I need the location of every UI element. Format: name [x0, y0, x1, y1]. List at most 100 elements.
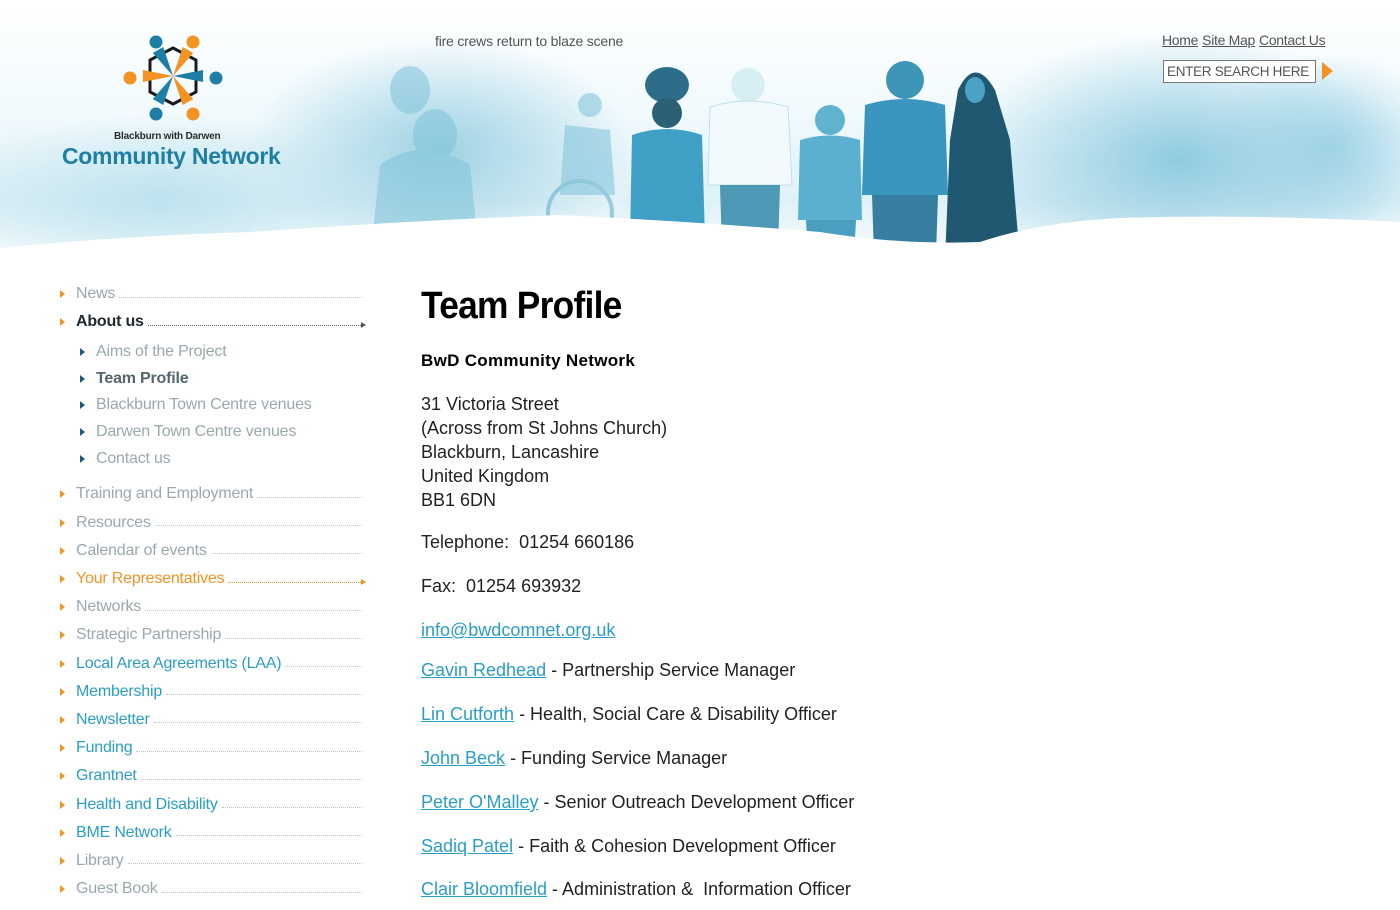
sidebar-item-health-disability[interactable]: Health and Disability	[58, 790, 368, 818]
dotted-leader	[225, 637, 362, 639]
sidebar-item-label: BME Network	[76, 823, 172, 841]
subnav-item-label: Aims of the Project	[96, 342, 227, 360]
search-go-arrow-icon[interactable]	[1322, 62, 1333, 80]
sidebar-item-label: Newsletter	[76, 710, 150, 728]
staff-name-link[interactable]: Sadiq Patel	[421, 836, 513, 857]
dotted-leader	[161, 891, 362, 893]
staff-name-link[interactable]: Lin Cutforth	[421, 704, 514, 725]
staff-name-link[interactable]: John Beck	[421, 748, 505, 769]
staff-name-link[interactable]: Peter O'Malley	[421, 792, 538, 813]
hover-arrow-icon	[361, 579, 366, 586]
staff-name-link[interactable]: Gavin Redhead	[421, 660, 546, 681]
postal-address: 31 Victoria Street (Across from St Johns…	[421, 392, 1321, 512]
sidebar-item-label: Guest Book	[76, 880, 158, 898]
sidebar-item-your-representatives[interactable]: Your Representatives	[58, 565, 368, 593]
dotted-leader	[147, 324, 361, 326]
site-logo[interactable]: Blackburn with Darwen Community Network	[60, 30, 290, 170]
sidebar-item-laa[interactable]: Local Area Agreements (LAA)	[58, 649, 368, 677]
staff-row: Gavin Redhead - Partnership Service Mana…	[421, 649, 1321, 693]
orange-arrow-bullet-icon	[60, 687, 65, 696]
page-title: Team Profile	[421, 285, 622, 327]
sidebar-item-strategic-partnership[interactable]: Strategic Partnership	[58, 621, 368, 649]
staff-role: - Partnership Service Manager	[546, 660, 796, 681]
home-link[interactable]: Home	[1162, 32, 1198, 48]
news-ticker[interactable]: fire crews return to blaze scene	[435, 33, 623, 49]
contact-us-link[interactable]: Contact Us	[1259, 32, 1326, 48]
sidebar-item-label: Local Area Agreements (LAA)	[76, 654, 282, 672]
orange-arrow-bullet-icon	[60, 885, 65, 894]
orange-arrow-bullet-icon	[60, 744, 65, 753]
staff-row: Clair Bloomfield - Administration & Info…	[421, 868, 1321, 910]
sidebar-item-newsletter[interactable]: Newsletter	[58, 706, 368, 734]
staff-list: Gavin Redhead - Partnership Service Mana…	[421, 649, 1321, 910]
community-network-logo-icon	[123, 35, 223, 121]
staff-role: - Senior Outreach Development Officer	[538, 791, 855, 812]
address-line: (Across from St Johns Church)	[421, 418, 668, 438]
staff-name-link[interactable]: Clair Bloomfield	[421, 879, 547, 900]
staff-row: Peter O'Malley - Senior Outreach Develop…	[421, 780, 1321, 824]
active-arrow-icon	[361, 322, 366, 329]
about-us-subnav: Aims of the Project Team Profile Blackbu…	[58, 338, 368, 472]
sidebar-item-guest-book[interactable]: Guest Book	[58, 875, 368, 903]
address-line: 31 Victoria Street	[421, 394, 559, 414]
sidebar-item-label: Training and Employment	[76, 485, 254, 503]
subnav-item-aims[interactable]: Aims of the Project	[78, 338, 368, 365]
sidebar-item-label: Membership	[76, 682, 163, 700]
sidebar-nav: News About us Aims of the Project Team P…	[58, 280, 368, 903]
dotted-leader	[119, 296, 362, 298]
logo-subtitle: Blackburn with Darwen	[114, 131, 221, 142]
staff-role: - Health, Social Care & Disability Offic…	[514, 704, 837, 725]
orange-arrow-bullet-icon	[60, 631, 65, 640]
blue-arrow-bullet-icon	[80, 401, 85, 410]
dotted-leader	[166, 694, 362, 696]
sidebar-item-label: Your Representatives	[76, 570, 225, 588]
sidebar-item-training[interactable]: Training and Employment	[58, 480, 368, 508]
sidebar-item-about-us[interactable]: About us	[58, 308, 368, 336]
sidebar-item-membership[interactable]: Membership	[58, 678, 368, 706]
dotted-leader	[257, 496, 362, 498]
sidebar-item-news[interactable]: News	[58, 280, 368, 308]
top-links: Home Site Map Contact Us	[1162, 32, 1329, 48]
orange-arrow-bullet-icon	[60, 575, 65, 584]
dotted-leader	[285, 666, 362, 668]
sidebar-item-bme-network[interactable]: BME Network	[58, 819, 368, 847]
email-link[interactable]: info@bwdcomnet.org.uk	[421, 620, 615, 641]
orange-arrow-bullet-icon	[60, 318, 65, 327]
orange-arrow-bullet-icon	[60, 603, 65, 612]
site-map-link[interactable]: Site Map	[1202, 32, 1255, 48]
sidebar-item-funding[interactable]: Funding	[58, 734, 368, 762]
staff-row: John Beck - Funding Service Manager	[421, 737, 1321, 781]
subnav-item-label: Darwen Town Centre venues	[96, 423, 297, 441]
sidebar-item-label: Strategic Partnership	[76, 626, 222, 644]
search-input[interactable]	[1163, 60, 1316, 83]
sidebar-item-label: Library	[76, 851, 124, 869]
telephone: Telephone: 01254 660186	[421, 532, 635, 552]
orange-arrow-bullet-icon	[60, 856, 65, 865]
subnav-item-contact-us[interactable]: Contact us	[78, 446, 368, 473]
staff-role: - Administration & Information Officer	[547, 879, 851, 900]
subnav-item-team-profile[interactable]: Team Profile	[78, 365, 368, 392]
blue-arrow-bullet-icon	[80, 347, 85, 356]
subnav-item-darwen-venues[interactable]: Darwen Town Centre venues	[78, 419, 368, 446]
organisation-name: BwD Community Network	[421, 351, 636, 370]
sidebar-item-label: Funding	[76, 739, 133, 757]
blue-arrow-bullet-icon	[80, 428, 85, 437]
subnav-item-label: Contact us	[96, 449, 171, 467]
orange-arrow-bullet-icon	[60, 772, 65, 781]
staff-role: - Faith & Cohesion Development Officer	[513, 835, 836, 856]
main-content: Team Profile BwD Community Network 31 Vi…	[421, 283, 1321, 910]
subnav-item-blackburn-venues[interactable]: Blackburn Town Centre venues	[78, 392, 368, 419]
sidebar-item-networks[interactable]: Networks	[58, 593, 368, 621]
dotted-leader	[221, 807, 362, 809]
orange-arrow-bullet-icon	[60, 546, 65, 555]
sidebar-item-calendar[interactable]: Calendar of events	[58, 537, 368, 565]
subnav-item-label: Team Profile	[96, 369, 189, 387]
orange-arrow-bullet-icon	[60, 490, 65, 499]
staff-row: Sadiq Patel - Faith & Cohesion Developme…	[421, 824, 1321, 868]
blue-arrow-bullet-icon	[80, 374, 85, 383]
sidebar-item-grantnet[interactable]: Grantnet	[58, 762, 368, 790]
sidebar-item-resources[interactable]: Resources	[58, 509, 368, 537]
orange-arrow-bullet-icon	[60, 715, 65, 724]
sidebar-item-library[interactable]: Library	[58, 847, 368, 875]
logo-title: Community Network	[62, 143, 281, 169]
